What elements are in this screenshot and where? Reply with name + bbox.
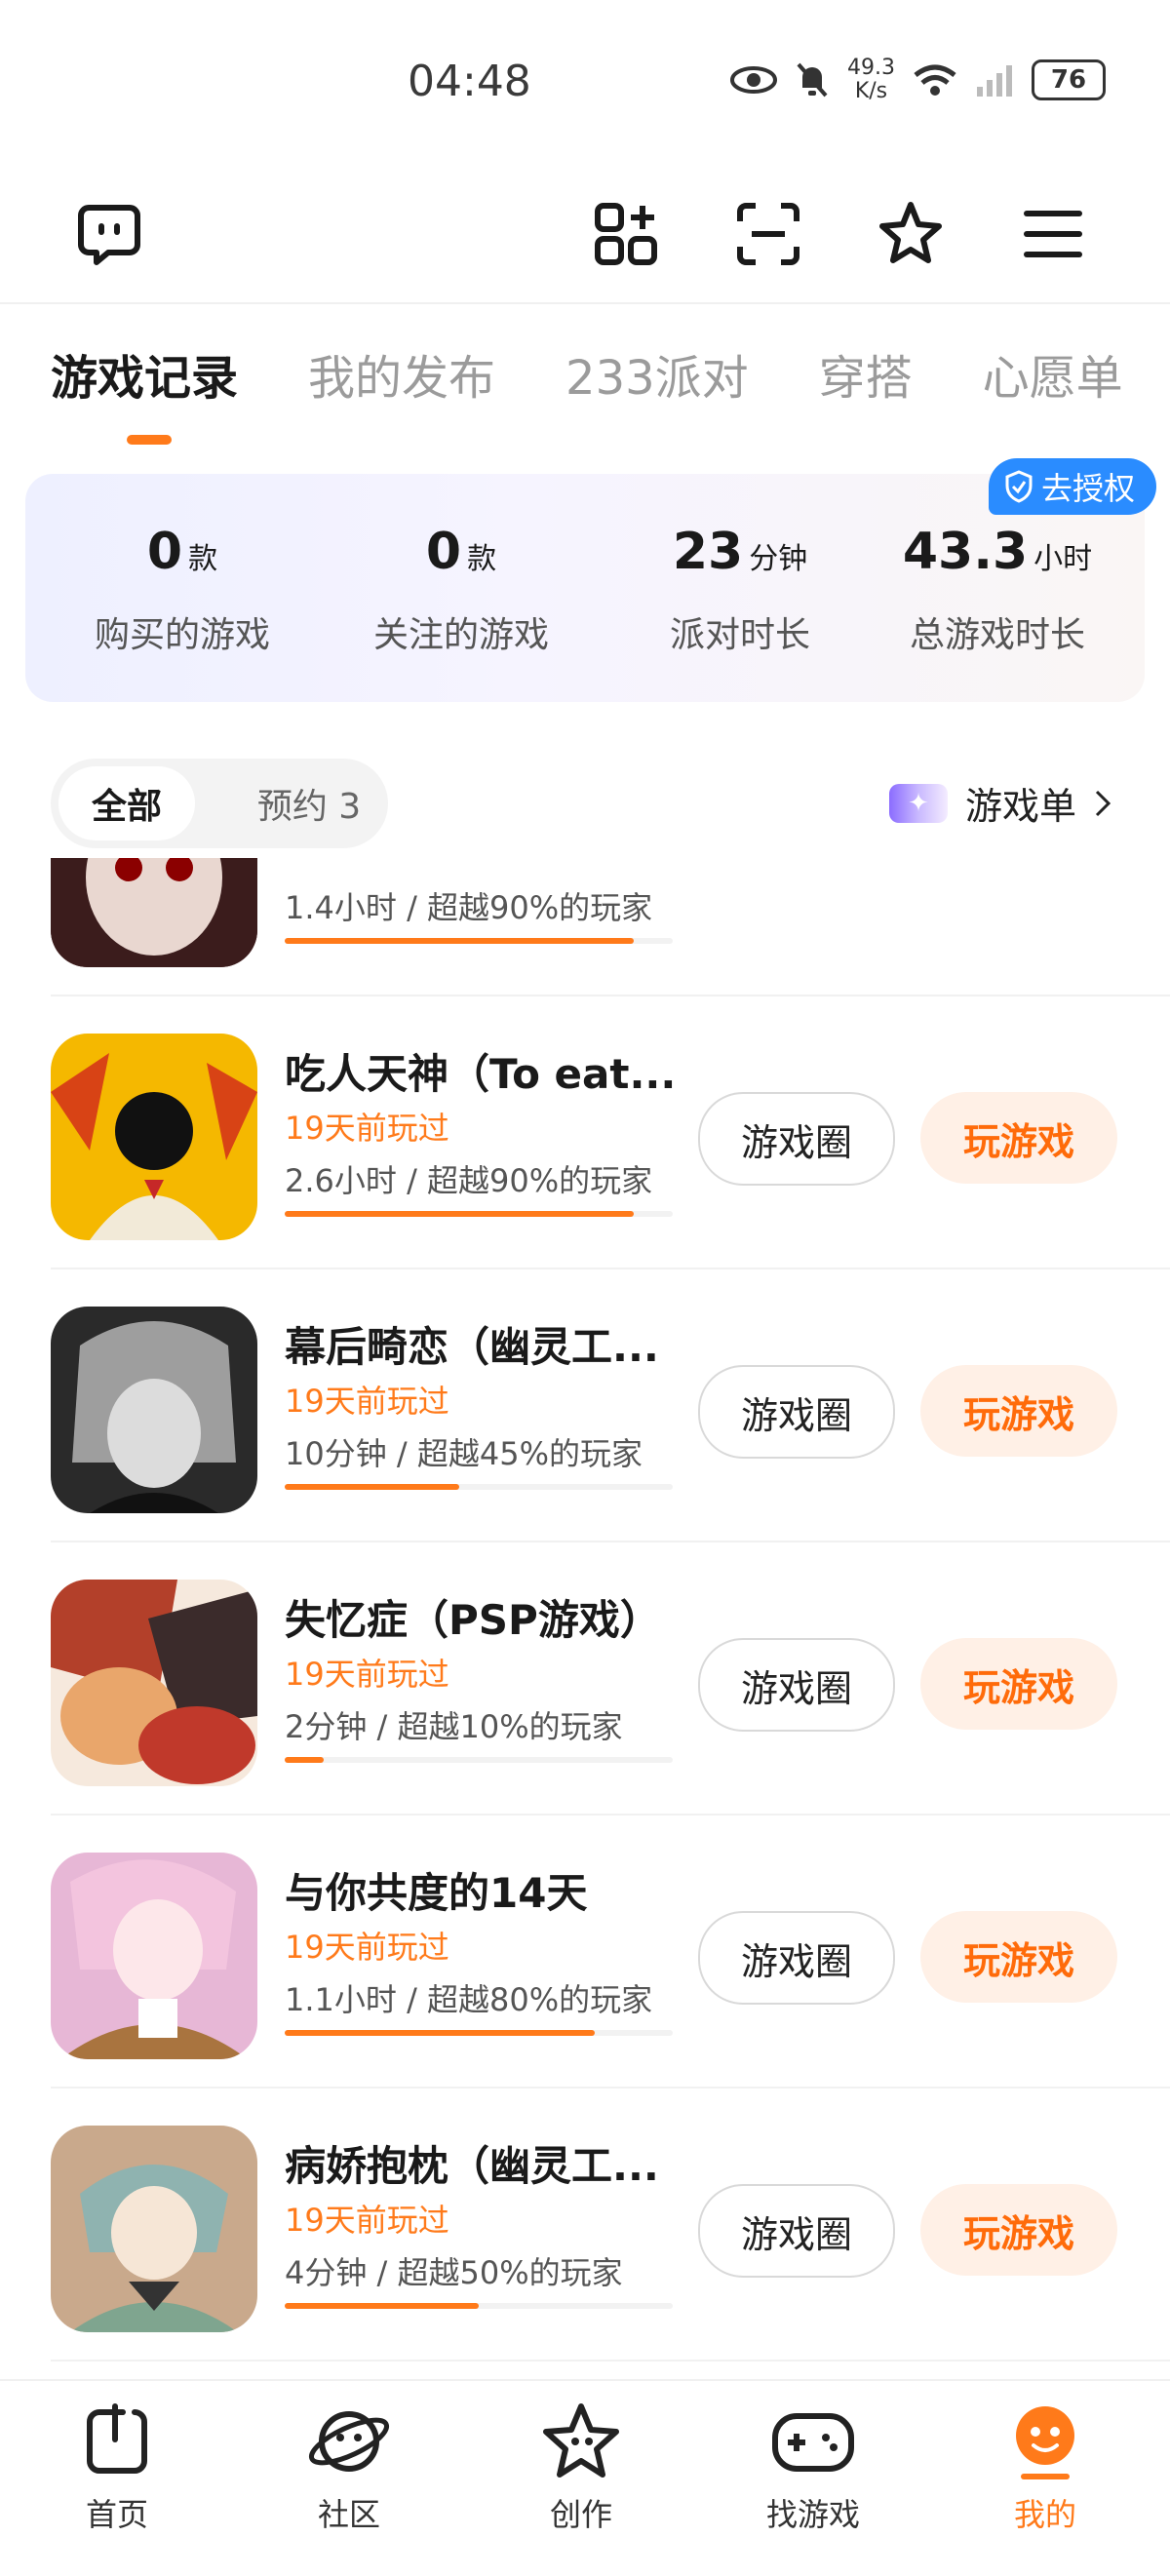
last-played: 19天前玩过 bbox=[285, 1656, 449, 1693]
list-item[interactable]: 病娇抱枕（幽灵工... 19天前玩过 4分钟 / 超越50%的玩家 游戏圈 玩游… bbox=[51, 2087, 1170, 2361]
bottom-nav: 首页 社区 创作 找游戏 我的 bbox=[0, 2379, 1170, 2576]
authorize-button[interactable]: 去授权 bbox=[988, 458, 1156, 515]
play-detail: 4分钟 / 超越50%的玩家 bbox=[285, 2254, 623, 2291]
stat-total-time[interactable]: 43.3 小时 总游戏时长 bbox=[866, 523, 1129, 657]
progress-fill bbox=[285, 1211, 635, 1217]
game-circle-button[interactable]: 游戏圈 bbox=[698, 1092, 895, 1186]
game-thumbnail bbox=[51, 2126, 257, 2332]
game-circle-button[interactable]: 游戏圈 bbox=[698, 1911, 895, 2005]
list-item[interactable]: 幕后畸恋（幽灵工... 19天前玩过 10分钟 / 超越45%的玩家 游戏圈 玩… bbox=[51, 1268, 1170, 1542]
stats-card: 0款 购买的游戏 0款 关注的游戏 23 分钟 派对时长 43.3 小时 总游戏时长 bbox=[25, 474, 1145, 702]
game-thumbnail bbox=[51, 1580, 257, 1786]
progress-track bbox=[285, 1484, 673, 1490]
progress-fill bbox=[285, 1757, 324, 1763]
battery-icon: 76 bbox=[1032, 59, 1106, 100]
chat-bubble-icon[interactable] bbox=[72, 197, 146, 271]
signal-icon bbox=[977, 65, 1012, 97]
progress-fill bbox=[285, 938, 635, 944]
net-speed: 49.3 K/s bbox=[847, 56, 895, 103]
last-played: 19天前玩过 bbox=[285, 1383, 449, 1420]
tab-wishlist[interactable]: 心愿单 bbox=[983, 339, 1123, 408]
game-circle-button[interactable]: 游戏圈 bbox=[698, 1365, 895, 1459]
planet-icon bbox=[308, 2411, 390, 2472]
game-circle-button[interactable]: 游戏圈 bbox=[698, 2184, 895, 2278]
nav-community[interactable]: 社区 bbox=[271, 2400, 427, 2535]
progress-track bbox=[285, 938, 673, 944]
stat-followed[interactable]: 0款 关注的游戏 bbox=[330, 523, 593, 657]
eye-icon bbox=[730, 66, 778, 94]
last-played: 19天前玩过 bbox=[285, 1110, 449, 1147]
filter-all[interactable]: 全部 bbox=[58, 766, 195, 840]
stat-purchased[interactable]: 0款 购买的游戏 bbox=[51, 523, 314, 657]
play-game-button[interactable]: 玩游戏 bbox=[920, 1911, 1117, 2003]
game-thumbnail bbox=[51, 1853, 257, 2059]
chevron-right-icon bbox=[1095, 790, 1112, 816]
play-game-button[interactable]: 玩游戏 bbox=[920, 1638, 1117, 1730]
game-title: 病娇抱枕（幽灵工... bbox=[285, 2142, 659, 2190]
play-detail: 1.1小时 / 超越80%的玩家 bbox=[285, 1981, 653, 2018]
game-circle-button[interactable]: 游戏圈 bbox=[698, 1638, 895, 1732]
progress-fill bbox=[285, 1484, 460, 1490]
menu-icon[interactable] bbox=[1016, 197, 1090, 271]
play-game-button[interactable]: 玩游戏 bbox=[920, 1365, 1117, 1457]
bell-muted-icon bbox=[797, 62, 828, 98]
progress-track bbox=[285, 2030, 673, 2036]
profile-icon bbox=[1016, 2406, 1074, 2479]
top-bar bbox=[0, 166, 1170, 304]
game-list-link[interactable]: ✦ 游戏单 bbox=[888, 776, 1112, 830]
sparkle-icon: ✦ bbox=[888, 783, 948, 823]
play-detail: 2.6小时 / 超越90%的玩家 bbox=[285, 1162, 653, 1199]
game-title: 与你共度的14天 bbox=[285, 1869, 588, 1917]
play-game-button[interactable]: 玩游戏 bbox=[920, 2184, 1117, 2276]
last-played: 19天前玩过 bbox=[285, 1929, 449, 1966]
list-item[interactable]: 吃人天神（To eat... 19天前玩过 2.6小时 / 超越90%的玩家 游… bbox=[51, 995, 1170, 1269]
game-title: 失忆症（PSP游戏） bbox=[285, 1596, 661, 1644]
create-star-icon bbox=[543, 2403, 619, 2478]
nav-find-games[interactable]: 找游戏 bbox=[735, 2400, 891, 2535]
play-detail: 1.4小时 / 超越90%的玩家 bbox=[285, 889, 653, 926]
gamepad-icon bbox=[772, 2413, 854, 2472]
tab-my-posts[interactable]: 我的发布 bbox=[308, 339, 495, 408]
game-thumbnail bbox=[51, 1307, 257, 1513]
list-item[interactable]: 1.4小时 / 超越90%的玩家 bbox=[51, 858, 1170, 996]
shield-check-icon bbox=[1005, 470, 1033, 503]
tab-outfit[interactable]: 穿搭 bbox=[819, 339, 913, 408]
last-played: 19天前玩过 bbox=[285, 2202, 449, 2239]
status-bar: 04:48 49.3 K/s 76 bbox=[0, 0, 1170, 166]
progress-fill bbox=[285, 2030, 596, 2036]
status-icons: 49.3 K/s 76 bbox=[730, 57, 1106, 103]
progress-track bbox=[285, 1757, 673, 1763]
clock: 04:48 bbox=[408, 57, 531, 106]
play-detail: 2分钟 / 超越10%的玩家 bbox=[285, 1708, 623, 1745]
game-thumbnail bbox=[51, 858, 257, 967]
nav-create[interactable]: 创作 bbox=[503, 2400, 659, 2535]
wifi-icon bbox=[914, 64, 956, 96]
progress-track bbox=[285, 1211, 673, 1217]
tab-233-party[interactable]: 233派对 bbox=[566, 339, 749, 408]
game-title: 吃人天神（To eat... bbox=[285, 1050, 677, 1098]
stat-party-time[interactable]: 23 分钟 派对时长 bbox=[608, 523, 872, 657]
star-badge-icon[interactable] bbox=[874, 197, 948, 271]
authorize-label: 去授权 bbox=[1040, 470, 1135, 507]
play-detail: 10分钟 / 超越45%的玩家 bbox=[285, 1435, 643, 1472]
list-item[interactable]: 失忆症（PSP游戏） 19天前玩过 2分钟 / 超越10%的玩家 游戏圈 玩游戏 bbox=[51, 1541, 1170, 1815]
filter-segment: 全部 预约 3 bbox=[51, 759, 388, 848]
record-tabs: 游戏记录 我的发布 233派对 穿搭 心愿单 bbox=[51, 339, 1123, 408]
tab-game-record[interactable]: 游戏记录 bbox=[51, 339, 238, 408]
game-list-label: 游戏单 bbox=[964, 785, 1076, 828]
progress-fill bbox=[285, 2303, 479, 2309]
scan-icon[interactable] bbox=[731, 197, 805, 271]
nav-home[interactable]: 首页 bbox=[39, 2400, 195, 2535]
game-thumbnail bbox=[51, 1034, 257, 1240]
filter-reserve[interactable]: 预约 3 bbox=[236, 766, 382, 840]
tab-indicator bbox=[127, 435, 172, 445]
apps-add-icon[interactable] bbox=[589, 197, 663, 271]
list-item[interactable]: 与你共度的14天 19天前玩过 1.1小时 / 超越80%的玩家 游戏圈 玩游戏 bbox=[51, 1814, 1170, 2088]
home-icon bbox=[87, 2403, 147, 2474]
game-title: 幕后畸恋（幽灵工... bbox=[285, 1323, 659, 1371]
game-record-list: 1.4小时 / 超越90%的玩家 吃人天神（To eat... 19天前玩过 2… bbox=[0, 858, 1170, 2379]
progress-track bbox=[285, 2303, 673, 2309]
play-game-button[interactable]: 玩游戏 bbox=[920, 1092, 1117, 1184]
nav-profile[interactable]: 我的 bbox=[967, 2400, 1123, 2535]
